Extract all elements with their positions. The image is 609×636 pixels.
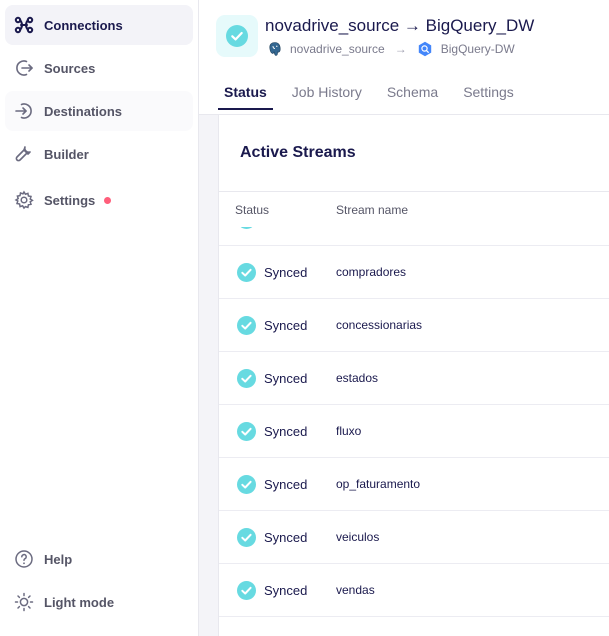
postgres-icon xyxy=(266,40,283,57)
notification-dot xyxy=(104,196,112,204)
table-row[interactable]: Synced estados xyxy=(219,352,609,405)
check-circle-icon xyxy=(237,580,256,600)
active-streams-card: Active Streams Status Stream name Synced… xyxy=(218,115,609,636)
card-title: Active Streams xyxy=(240,144,356,161)
sun-icon xyxy=(14,592,34,612)
tab-status[interactable]: Status xyxy=(218,84,273,110)
stream-status: Synced xyxy=(264,476,308,492)
check-circle-icon xyxy=(237,368,256,388)
streams-list: Syncedclientes Synced compradores Synced con… xyxy=(219,227,609,617)
check-circle-icon xyxy=(237,527,256,547)
table-row[interactable]: Synced concessionarias xyxy=(219,299,609,352)
light-mode-toggle[interactable]: Light mode xyxy=(5,582,193,622)
table-row[interactable]: Synced fluxo xyxy=(219,405,609,458)
sidebar-item-label: Connections xyxy=(44,17,123,33)
stream-name: vendas xyxy=(336,583,375,597)
tab-settings[interactable]: Settings xyxy=(457,84,520,110)
help-icon xyxy=(14,549,34,569)
check-circle-icon xyxy=(226,25,248,47)
check-circle-icon xyxy=(237,474,256,494)
connection-status-icon xyxy=(216,15,258,57)
check-circle-icon xyxy=(237,315,256,335)
stream-name: op_faturamento xyxy=(336,477,421,491)
sidebar-item-label: Light mode xyxy=(44,594,115,610)
table-row[interactable]: Syncedclientes xyxy=(219,227,609,246)
check-circle-icon xyxy=(237,262,256,282)
tab-job-history[interactable]: Job History xyxy=(286,84,368,110)
sidebar-item-label: Builder xyxy=(44,146,89,162)
column-header-stream-name[interactable]: Stream name xyxy=(336,203,408,217)
connections-icon xyxy=(14,15,34,35)
sidebar-item-label: Settings xyxy=(44,192,96,208)
table-row[interactable]: Synced compradores xyxy=(219,246,609,299)
destinations-icon xyxy=(14,101,34,121)
sidebar-item-label: Help xyxy=(44,551,73,567)
sidebar-item-help[interactable]: Help xyxy=(5,539,193,579)
stream-name: estados xyxy=(336,371,379,385)
table-row[interactable]: Synced veiculos xyxy=(219,511,609,564)
stream-status: Synced xyxy=(264,317,308,333)
tab-schema[interactable]: Schema xyxy=(381,84,444,110)
stream-name: concessionarias xyxy=(336,318,423,332)
sidebar-item-builder[interactable]: Builder xyxy=(5,134,193,174)
check-circle-icon xyxy=(237,227,256,229)
column-header-status[interactable]: Status xyxy=(235,203,269,217)
gear-icon xyxy=(14,190,34,210)
sidebar: Connections Sources Destinations Builder… xyxy=(0,0,199,636)
page-title: novadrive_source → BigQuery_DW xyxy=(265,16,535,35)
connection-tabs: Status Job History Schema Settings xyxy=(218,84,533,110)
bigquery-icon xyxy=(417,40,434,57)
stream-name: fluxo xyxy=(336,424,362,438)
sidebar-item-connections[interactable]: Connections xyxy=(5,5,193,45)
source-name[interactable]: novadrive_source xyxy=(290,42,385,56)
destination-name[interactable]: BigQuery-DW xyxy=(441,42,515,56)
sidebar-item-label: Sources xyxy=(44,60,96,76)
stream-name: compradores xyxy=(336,265,407,279)
connection-breadcrumb: novadrive_source → BigQuery-DW xyxy=(266,40,515,57)
sidebar-item-settings[interactable]: Settings xyxy=(5,180,193,220)
check-circle-icon xyxy=(237,421,256,441)
sidebar-item-sources[interactable]: Sources xyxy=(5,48,193,88)
stream-status: Synced xyxy=(264,264,308,280)
table-row[interactable]: Synced op_faturamento xyxy=(219,458,609,511)
table-row[interactable]: Synced vendas xyxy=(219,564,609,617)
card-divider xyxy=(219,191,609,192)
stream-status: Synced xyxy=(264,423,308,439)
sidebar-item-destinations[interactable]: Destinations xyxy=(5,91,193,131)
stream-name: veiculos xyxy=(336,530,380,544)
arrow-right-icon: → xyxy=(394,41,407,56)
builder-icon xyxy=(14,144,34,164)
streams-table-body[interactable]: Syncedclientes Synced compradores Synced con… xyxy=(219,227,609,636)
sidebar-item-label: Destinations xyxy=(44,103,123,119)
stream-status: Synced xyxy=(264,529,308,545)
sources-icon xyxy=(14,58,34,78)
stream-status: Synced xyxy=(264,582,308,598)
stream-status: Synced xyxy=(264,370,308,386)
